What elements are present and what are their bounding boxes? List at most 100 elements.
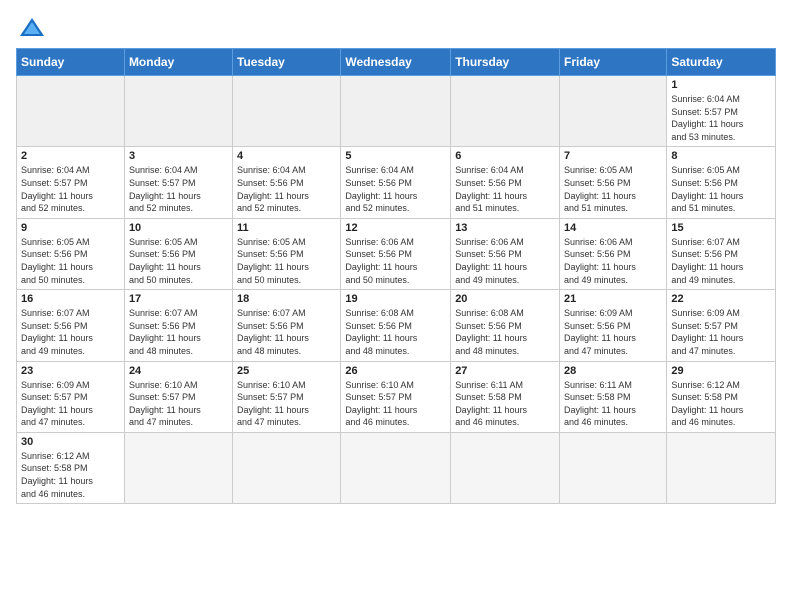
- day-number: 29: [671, 365, 771, 377]
- day-number: 19: [345, 293, 446, 305]
- weekday-header-row: SundayMondayTuesdayWednesdayThursdayFrid…: [17, 49, 776, 76]
- calendar-cell: [233, 432, 341, 503]
- logo-icon: [18, 16, 46, 38]
- calendar-cell: 2Sunrise: 6:04 AM Sunset: 5:57 PM Daylig…: [17, 147, 125, 218]
- day-number: 12: [345, 222, 446, 234]
- day-number: 16: [21, 293, 120, 305]
- calendar-cell: 19 Sunrise: 6:08 AM Sunset: 5:56 PM Dayli…: [341, 290, 451, 361]
- day-number: 8: [671, 150, 771, 162]
- calendar-week-row: 23Sunrise: 6:09 AM Sunset: 5:57 PM Dayli…: [17, 361, 776, 432]
- weekday-header-saturday: Saturday: [667, 49, 776, 76]
- calendar-cell: 28 Sunrise: 6:11 AM Sunset: 5:58 PM Dayli…: [560, 361, 667, 432]
- day-number: 6: [455, 150, 555, 162]
- calendar-cell: [124, 76, 232, 147]
- calendar-cell: 6 Sunrise: 6:04 AM Sunset: 5:56 PM Daylig…: [451, 147, 560, 218]
- day-info: Sunrise: 6:05 AM Sunset: 5:56 PM Dayligh…: [564, 164, 662, 214]
- day-info: Sunrise: 6:12 AM Sunset: 5:58 PM Dayligh…: [671, 379, 771, 429]
- calendar-cell: [451, 76, 560, 147]
- day-number: 18: [237, 293, 336, 305]
- day-number: 26: [345, 365, 446, 377]
- header: [16, 16, 776, 38]
- calendar-cell: [341, 76, 451, 147]
- day-number: 5: [345, 150, 446, 162]
- calendar-cell: 18Sunrise: 6:07 AM Sunset: 5:56 PM Dayli…: [233, 290, 341, 361]
- weekday-header-sunday: Sunday: [17, 49, 125, 76]
- day-info: Sunrise: 6:05 AM Sunset: 5:56 PM Dayligh…: [237, 236, 336, 286]
- calendar-cell: 29 Sunrise: 6:12 AM Sunset: 5:58 PM Dayli…: [667, 361, 776, 432]
- day-info: Sunrise: 6:06 AM Sunset: 5:56 PM Dayligh…: [455, 236, 555, 286]
- calendar-cell: 7 Sunrise: 6:05 AM Sunset: 5:56 PM Daylig…: [560, 147, 667, 218]
- weekday-header-tuesday: Tuesday: [233, 49, 341, 76]
- day-number: 9: [21, 222, 120, 234]
- calendar-cell: 22 Sunrise: 6:09 AM Sunset: 5:57 PM Dayli…: [667, 290, 776, 361]
- calendar-cell: 1Sunrise: 6:04 AM Sunset: 5:57 PM Daylig…: [667, 76, 776, 147]
- day-info: Sunrise: 6:04 AM Sunset: 5:56 PM Dayligh…: [455, 164, 555, 214]
- calendar-cell: [124, 432, 232, 503]
- calendar-cell: [17, 76, 125, 147]
- day-info: Sunrise: 6:04 AM Sunset: 5:56 PM Dayligh…: [237, 164, 336, 214]
- calendar-week-row: 9 Sunrise: 6:05 AM Sunset: 5:56 PM Daylig…: [17, 218, 776, 289]
- day-info: Sunrise: 6:11 AM Sunset: 5:58 PM Dayligh…: [564, 379, 662, 429]
- day-info: Sunrise: 6:11 AM Sunset: 5:58 PM Dayligh…: [455, 379, 555, 429]
- day-number: 14: [564, 222, 662, 234]
- day-number: 23: [21, 365, 120, 377]
- page: SundayMondayTuesdayWednesdayThursdayFrid…: [0, 0, 792, 520]
- day-number: 13: [455, 222, 555, 234]
- weekday-header-friday: Friday: [560, 49, 667, 76]
- day-number: 1: [671, 79, 771, 91]
- day-info: Sunrise: 6:08 AM Sunset: 5:56 PM Dayligh…: [455, 307, 555, 357]
- day-info: Sunrise: 6:04 AM Sunset: 5:57 PM Dayligh…: [129, 164, 228, 214]
- calendar-cell: [667, 432, 776, 503]
- calendar-cell: 21Sunrise: 6:09 AM Sunset: 5:56 PM Dayli…: [560, 290, 667, 361]
- day-info: Sunrise: 6:09 AM Sunset: 5:57 PM Dayligh…: [671, 307, 771, 357]
- day-number: 7: [564, 150, 662, 162]
- calendar-week-row: 30 Sunrise: 6:12 AM Sunset: 5:58 PM Dayli…: [17, 432, 776, 503]
- day-number: 17: [129, 293, 228, 305]
- day-info: Sunrise: 6:04 AM Sunset: 5:56 PM Dayligh…: [345, 164, 446, 214]
- calendar-cell: 26Sunrise: 6:10 AM Sunset: 5:57 PM Dayli…: [341, 361, 451, 432]
- calendar-cell: 11 Sunrise: 6:05 AM Sunset: 5:56 PM Dayli…: [233, 218, 341, 289]
- weekday-header-monday: Monday: [124, 49, 232, 76]
- calendar-cell: 24Sunrise: 6:10 AM Sunset: 5:57 PM Dayli…: [124, 361, 232, 432]
- calendar-week-row: 2Sunrise: 6:04 AM Sunset: 5:57 PM Daylig…: [17, 147, 776, 218]
- day-number: 3: [129, 150, 228, 162]
- day-number: 25: [237, 365, 336, 377]
- calendar-cell: 17 Sunrise: 6:07 AM Sunset: 5:56 PM Dayli…: [124, 290, 232, 361]
- calendar-cell: 5 Sunrise: 6:04 AM Sunset: 5:56 PM Daylig…: [341, 147, 451, 218]
- calendar-table: SundayMondayTuesdayWednesdayThursdayFrid…: [16, 48, 776, 504]
- day-info: Sunrise: 6:10 AM Sunset: 5:57 PM Dayligh…: [237, 379, 336, 429]
- calendar-cell: 8Sunrise: 6:05 AM Sunset: 5:56 PM Daylig…: [667, 147, 776, 218]
- day-number: 28: [564, 365, 662, 377]
- day-info: Sunrise: 6:08 AM Sunset: 5:56 PM Dayligh…: [345, 307, 446, 357]
- day-info: Sunrise: 6:12 AM Sunset: 5:58 PM Dayligh…: [21, 450, 120, 500]
- calendar-cell: 30 Sunrise: 6:12 AM Sunset: 5:58 PM Dayli…: [17, 432, 125, 503]
- day-info: Sunrise: 6:04 AM Sunset: 5:57 PM Dayligh…: [21, 164, 120, 214]
- day-number: 24: [129, 365, 228, 377]
- day-info: Sunrise: 6:05 AM Sunset: 5:56 PM Dayligh…: [129, 236, 228, 286]
- day-number: 15: [671, 222, 771, 234]
- calendar-cell: [233, 76, 341, 147]
- calendar-cell: 4Sunrise: 6:04 AM Sunset: 5:56 PM Daylig…: [233, 147, 341, 218]
- calendar-week-row: 16 Sunrise: 6:07 AM Sunset: 5:56 PM Dayli…: [17, 290, 776, 361]
- calendar-cell: [560, 76, 667, 147]
- day-number: 22: [671, 293, 771, 305]
- weekday-header-thursday: Thursday: [451, 49, 560, 76]
- logo: [16, 16, 46, 38]
- calendar-cell: 12 Sunrise: 6:06 AM Sunset: 5:56 PM Dayli…: [341, 218, 451, 289]
- calendar-cell: 10Sunrise: 6:05 AM Sunset: 5:56 PM Dayli…: [124, 218, 232, 289]
- day-number: 20: [455, 293, 555, 305]
- day-info: Sunrise: 6:07 AM Sunset: 5:56 PM Dayligh…: [129, 307, 228, 357]
- day-info: Sunrise: 6:06 AM Sunset: 5:56 PM Dayligh…: [345, 236, 446, 286]
- calendar-cell: [341, 432, 451, 503]
- calendar-cell: 13 Sunrise: 6:06 AM Sunset: 5:56 PM Dayli…: [451, 218, 560, 289]
- day-info: Sunrise: 6:09 AM Sunset: 5:56 PM Dayligh…: [564, 307, 662, 357]
- calendar-week-row: 1Sunrise: 6:04 AM Sunset: 5:57 PM Daylig…: [17, 76, 776, 147]
- calendar-cell: 3 Sunrise: 6:04 AM Sunset: 5:57 PM Daylig…: [124, 147, 232, 218]
- day-number: 11: [237, 222, 336, 234]
- calendar-cell: 27Sunrise: 6:11 AM Sunset: 5:58 PM Dayli…: [451, 361, 560, 432]
- day-info: Sunrise: 6:07 AM Sunset: 5:56 PM Dayligh…: [671, 236, 771, 286]
- day-number: 30: [21, 436, 120, 448]
- weekday-header-wednesday: Wednesday: [341, 49, 451, 76]
- day-info: Sunrise: 6:07 AM Sunset: 5:56 PM Dayligh…: [21, 307, 120, 357]
- calendar-cell: [451, 432, 560, 503]
